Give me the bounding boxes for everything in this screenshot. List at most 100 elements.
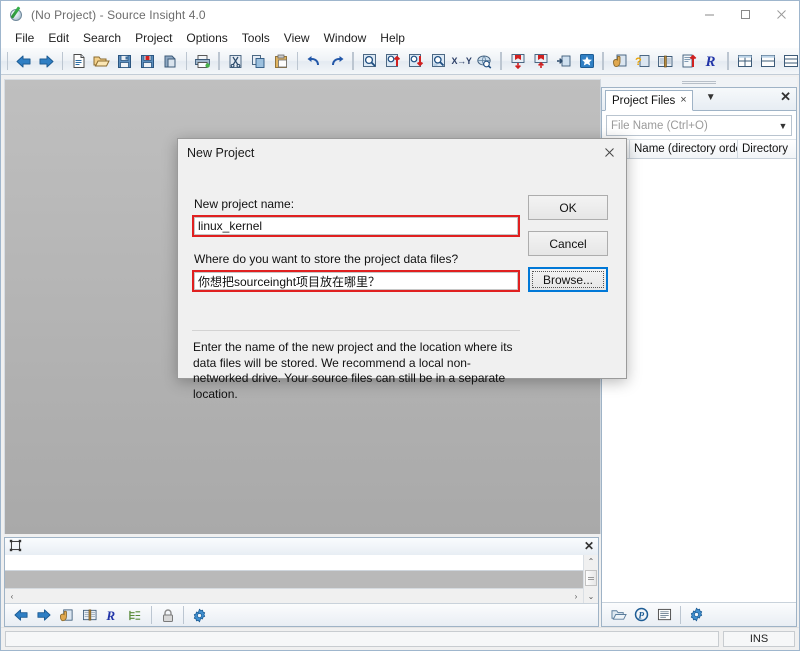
context-text-area[interactable] <box>5 571 583 588</box>
status-message <box>5 631 719 647</box>
undo-icon[interactable] <box>302 50 325 72</box>
toolbar-separator <box>186 52 187 70</box>
replace-label: X→Y <box>451 56 472 66</box>
vscroll-thumb[interactable] <box>585 570 597 586</box>
dialog-help-text: Enter the name of the new project and th… <box>193 340 513 401</box>
printer-icon[interactable] <box>191 50 214 72</box>
panel-options-gear-icon[interactable] <box>685 604 708 626</box>
toolbar-separator <box>183 606 184 624</box>
ok-button[interactable]: OK <box>528 195 608 220</box>
menu-help[interactable]: Help <box>373 29 412 48</box>
clipboard-paste-icon[interactable] <box>270 50 293 72</box>
copy-icon[interactable] <box>247 50 270 72</box>
chevron-down-icon[interactable]: ▼ <box>775 121 791 131</box>
r-script-icon[interactable]: R <box>101 604 124 626</box>
r-script-icon[interactable]: R <box>700 50 723 72</box>
close-doc-icon[interactable] <box>159 50 182 72</box>
globe-search-icon[interactable] <box>473 50 496 72</box>
bookmark-left-icon[interactable] <box>506 50 529 72</box>
question-box-icon[interactable]: ? <box>631 50 654 72</box>
menu-search[interactable]: Search <box>76 29 128 48</box>
project-location-input[interactable] <box>194 272 518 290</box>
context-panel-header: ✕ <box>5 538 598 555</box>
hand-doc-icon[interactable] <box>608 50 631 72</box>
vscroll-down-arrow[interactable]: ⌄ <box>584 590 598 603</box>
menu-options[interactable]: Options <box>179 29 234 48</box>
toolbar-separator <box>728 52 729 70</box>
svg-text:?: ? <box>635 56 642 68</box>
chevron-down-icon[interactable]: ▼ <box>700 92 722 103</box>
cancel-button[interactable]: Cancel <box>528 231 608 256</box>
file-list-icon[interactable] <box>653 604 676 626</box>
context-vscrollbar[interactable]: ⌃ ⌄ <box>583 555 598 603</box>
tab-project-files[interactable]: Project Files × <box>605 90 693 111</box>
dialog-divider <box>192 330 520 331</box>
tile-horizontal-icon[interactable] <box>756 50 779 72</box>
project-settings-icon[interactable]: P <box>630 604 653 626</box>
dialog-close-button[interactable] <box>592 139 626 165</box>
cut-icon[interactable] <box>224 50 247 72</box>
column-header-name[interactable]: Name (directory order <box>630 140 738 158</box>
close-button[interactable] <box>763 1 799 28</box>
context-frame-icon <box>9 539 22 555</box>
project-panel-toolbar: P <box>602 602 796 626</box>
title-bar: (No Project) - Source Insight 4.0 <box>1 1 799 28</box>
redo-icon[interactable] <box>325 50 348 72</box>
open-folder-icon[interactable] <box>90 50 113 72</box>
new-file-icon[interactable] <box>67 50 90 72</box>
browse-button[interactable]: Browse... <box>528 267 608 292</box>
doc-up-arrow-icon[interactable] <box>677 50 700 72</box>
search-input[interactable] <box>607 119 775 132</box>
save-all-icon[interactable] <box>136 50 159 72</box>
back-arrow-icon[interactable] <box>9 604 32 626</box>
search-backward-icon[interactable] <box>381 50 404 72</box>
minimize-button[interactable] <box>691 1 727 28</box>
hscroll-right-arrow[interactable]: › <box>569 589 583 603</box>
menu-file[interactable]: File <box>8 29 41 48</box>
tab-close-icon[interactable]: × <box>680 95 686 106</box>
toolbar-separator <box>603 52 604 70</box>
hscroll-left-arrow[interactable]: ‹ <box>5 589 19 603</box>
search-files-icon[interactable] <box>427 50 450 72</box>
project-name-label: New project name: <box>194 197 295 211</box>
context-hscrollbar[interactable]: ‹ › <box>5 588 583 603</box>
jump-to-definition-icon[interactable] <box>552 50 575 72</box>
vscroll-up-arrow[interactable]: ⌃ <box>584 555 598 568</box>
context-panel-close-button[interactable]: ✕ <box>584 539 594 553</box>
hand-doc-icon[interactable] <box>55 604 78 626</box>
outline-icon[interactable] <box>124 604 147 626</box>
forward-arrow-icon[interactable] <box>32 604 55 626</box>
project-file-list[interactable] <box>602 159 796 602</box>
search-icon[interactable] <box>358 50 381 72</box>
project-name-input[interactable] <box>194 217 518 235</box>
column-header-directory[interactable]: Directory <box>738 140 796 158</box>
menu-edit[interactable]: Edit <box>41 29 76 48</box>
search-forward-icon[interactable] <box>404 50 427 72</box>
panel-close-button[interactable]: ✕ <box>780 90 791 104</box>
tile-windows-icon[interactable] <box>733 50 756 72</box>
context-input-line[interactable] <box>5 555 583 571</box>
blue-star-box-icon[interactable] <box>575 50 598 72</box>
replace-xy-icon[interactable]: X→Y <box>450 50 473 72</box>
project-location-field-highlight <box>192 270 520 292</box>
padlock-icon[interactable] <box>156 604 179 626</box>
context-panel: ✕ ‹ › ⌃ ⌄ R <box>4 537 599 627</box>
menu-project[interactable]: Project <box>128 29 179 48</box>
book-icon[interactable] <box>78 604 101 626</box>
main-toolbar: X→Y ? R <box>1 48 799 75</box>
panel-drag-grip[interactable] <box>601 77 797 87</box>
menu-view[interactable]: View <box>277 29 317 48</box>
tile-vertical-icon[interactable] <box>779 50 799 72</box>
book-icon[interactable] <box>654 50 677 72</box>
file-name-search[interactable]: ▼ <box>606 115 792 136</box>
status-bar: INS <box>1 627 799 650</box>
bookmark-right-icon[interactable] <box>529 50 552 72</box>
save-icon[interactable] <box>113 50 136 72</box>
open-project-icon[interactable] <box>607 604 630 626</box>
forward-arrow-icon[interactable] <box>35 50 58 72</box>
back-arrow-icon[interactable] <box>12 50 35 72</box>
maximize-button[interactable] <box>727 1 763 28</box>
menu-window[interactable]: Window <box>317 29 374 48</box>
menu-tools[interactable]: Tools <box>235 29 277 48</box>
settings-gear-icon[interactable] <box>188 604 211 626</box>
